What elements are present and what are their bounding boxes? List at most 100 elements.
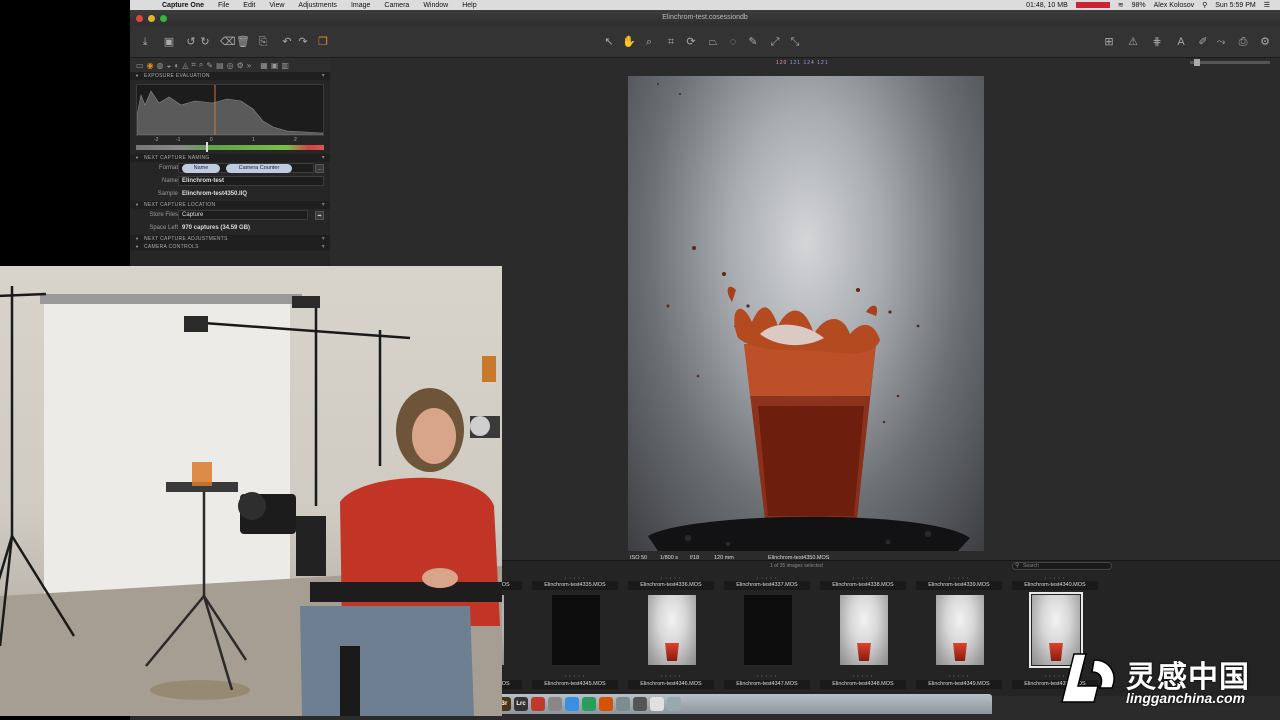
annotation-icon[interactable]: A [1174, 35, 1188, 49]
window-title: Elinchrom-test.cosessiondb [662, 14, 748, 21]
memory-status[interactable]: 01:48, 10 MB [1026, 2, 1068, 9]
tool-tabs-bar: ▭ ◉ ◍ ◒ ◐ ◬ ⌗ ⌕ ✎ ▤ ◎ ⚙ » ▦ ▣ ▥ [130, 58, 330, 72]
thumbnail-item[interactable]: • • • • • Elinchrom-test4335.MOS • • • • •… [530, 575, 620, 695]
lens-tab-icon[interactable]: ◍ [157, 61, 164, 70]
redo-icon[interactable]: ↷ [296, 35, 310, 49]
browser-search-input[interactable]: Search [1012, 562, 1112, 570]
crop-icon[interactable]: ⌗ [664, 35, 678, 49]
loupe-icon[interactable]: ⌕ [642, 35, 656, 49]
edit-icon[interactable]: ✐ [1196, 35, 1210, 49]
dock-app-icon[interactable] [582, 697, 596, 711]
user-name[interactable]: Alex Kolosov [1154, 2, 1194, 9]
name-token[interactable]: Name [182, 164, 220, 173]
thumbnail-image[interactable] [552, 595, 600, 665]
crop-tab-icon[interactable]: ⌗ [191, 60, 196, 70]
tether-icon[interactable]: ⤳ [1214, 35, 1228, 49]
clock[interactable]: Sun 5:59 PM [1215, 2, 1255, 9]
rating-stars[interactable]: • • • • • [632, 673, 710, 679]
camera-controls-header[interactable]: CAMERA CONTROLS [130, 243, 330, 251]
thumbnail-item[interactable]: • • • • • Elinchrom-test4337.MOS • • • • •… [722, 575, 812, 695]
thumbnail-item[interactable]: • • • • • Elinchrom-test4338.MOS • • • • •… [818, 575, 908, 695]
menu-help[interactable]: Help [455, 2, 483, 9]
brush-icon[interactable]: ✎ [746, 35, 760, 49]
capture-tab-icon[interactable]: ◉ [147, 61, 154, 70]
keystone-icon[interactable]: ⏢ [706, 35, 720, 49]
capture-icon[interactable]: ▣ [162, 35, 176, 49]
eyedropper-icon[interactable]: ⤡ [788, 35, 802, 49]
spotlight-icon[interactable]: ⚲ [1202, 1, 1207, 9]
search-tab-icon[interactable]: ⌕ [199, 60, 203, 70]
layout-single-icon[interactable]: ▣ [271, 61, 279, 70]
menu-image[interactable]: Image [344, 2, 377, 9]
menu-edit[interactable]: Edit [236, 2, 262, 9]
zoom-slider[interactable] [1190, 59, 1270, 66]
main-photo[interactable] [628, 76, 984, 551]
menu-view[interactable]: View [262, 2, 291, 9]
dock-app-icon[interactable] [667, 697, 681, 711]
rotate-right-icon[interactable]: ↻ [198, 35, 212, 49]
rotate-tool-icon[interactable]: ⟳ [684, 35, 698, 49]
detail-tab-icon[interactable]: ◬ [182, 61, 188, 70]
metadata-tab-icon[interactable]: ▤ [216, 61, 224, 70]
overlay-grid-icon[interactable]: ⋕ [1150, 35, 1164, 49]
rating-stars[interactable]: • • • • • [728, 673, 806, 679]
battery-status[interactable]: 98% [1132, 2, 1146, 9]
delete-icon[interactable]: 🗑 [236, 35, 250, 49]
batch-tab-icon[interactable]: ⚙ [237, 61, 244, 70]
menu-app-name[interactable]: Capture One [148, 2, 211, 9]
warning-icon[interactable]: ⚠ [1126, 35, 1140, 49]
trash-icon[interactable]: ⌫ [220, 35, 236, 49]
select-cursor-icon[interactable]: ↖ [602, 35, 616, 49]
thumbnail-item[interactable]: • • • • • Elinchrom-test4339.MOS • • • • •… [914, 575, 1004, 695]
dock-app-icon[interactable] [565, 697, 579, 711]
thumbnail-image[interactable] [840, 595, 888, 665]
exposure-evaluation-header[interactable]: EXPOSURE EVALUATION [130, 72, 330, 80]
dock-app-icon[interactable]: Lrc [514, 697, 528, 711]
thumbnail-image[interactable] [648, 595, 696, 665]
layout-grid-icon[interactable]: ▦ [260, 61, 268, 70]
spot-removal-icon[interactable]: ◌ [726, 35, 740, 49]
thumbnail-image[interactable] [744, 595, 792, 665]
stack-icon[interactable]: ❐ [316, 35, 330, 49]
rating-stars[interactable]: • • • • • [824, 673, 902, 679]
output-tab-icon[interactable]: ◎ [227, 61, 234, 70]
rating-stars[interactable]: • • • • • [920, 673, 998, 679]
menu-file[interactable]: File [211, 2, 236, 9]
thumbnail-image[interactable] [936, 595, 984, 665]
rating-stars[interactable]: • • • • • [536, 673, 614, 679]
format-options-button[interactable]: … [315, 164, 324, 173]
layout-strip-icon[interactable]: ▥ [281, 61, 289, 70]
process-icon[interactable]: ⎘ [256, 35, 270, 49]
dock-app-icon[interactable] [650, 697, 664, 711]
dock-app-icon[interactable] [531, 697, 545, 711]
notifications-icon[interactable]: ☰ [1264, 1, 1270, 9]
wifi-icon[interactable]: ≋ [1118, 1, 1124, 9]
menu-window[interactable]: Window [416, 2, 455, 9]
library-tab-icon[interactable]: ▭ [136, 61, 144, 70]
pan-hand-icon[interactable]: ✋ [622, 35, 636, 49]
next-capture-location-header[interactable]: NEXT CAPTURE LOCATION [130, 201, 330, 209]
dock-app-icon[interactable] [599, 697, 613, 711]
dock-app-icon[interactable] [616, 697, 630, 711]
next-capture-adjustments-header[interactable]: NEXT CAPTURE ADJUSTMENTS [130, 235, 330, 243]
recording-indicator-icon[interactable] [1075, 2, 1110, 8]
picker-icon[interactable]: ⤢ [768, 35, 782, 49]
store-files-arrow-icon[interactable]: ➡ [315, 211, 324, 220]
grid-view-icon[interactable]: ⊞ [1102, 35, 1116, 49]
next-capture-naming-header[interactable]: NEXT CAPTURE NAMING [130, 154, 330, 162]
print-icon[interactable]: ⎙ [1236, 35, 1250, 49]
menu-camera[interactable]: Camera [377, 2, 416, 9]
adjust-tab-icon[interactable]: ✎ [206, 61, 213, 70]
more-tabs-icon[interactable]: » [247, 61, 251, 70]
dock-app-icon[interactable] [548, 697, 562, 711]
import-icon[interactable]: ⤓ [138, 35, 152, 49]
camera-counter-token[interactable]: Camera Counter [226, 164, 292, 173]
settings-gear-icon[interactable]: ⚙ [1258, 35, 1272, 49]
rotate-left-icon[interactable]: ↺ [184, 35, 198, 49]
thumbnail-item[interactable]: • • • • • Elinchrom-test4336.MOS • • • • •… [626, 575, 716, 695]
dock-app-icon[interactable] [633, 697, 647, 711]
color-tab-icon[interactable]: ◒ [167, 61, 172, 70]
undo-icon[interactable]: ↶ [280, 35, 294, 49]
exposure-tab-icon[interactable]: ◐ [174, 61, 179, 70]
menu-adjustments[interactable]: Adjustments [291, 2, 344, 9]
